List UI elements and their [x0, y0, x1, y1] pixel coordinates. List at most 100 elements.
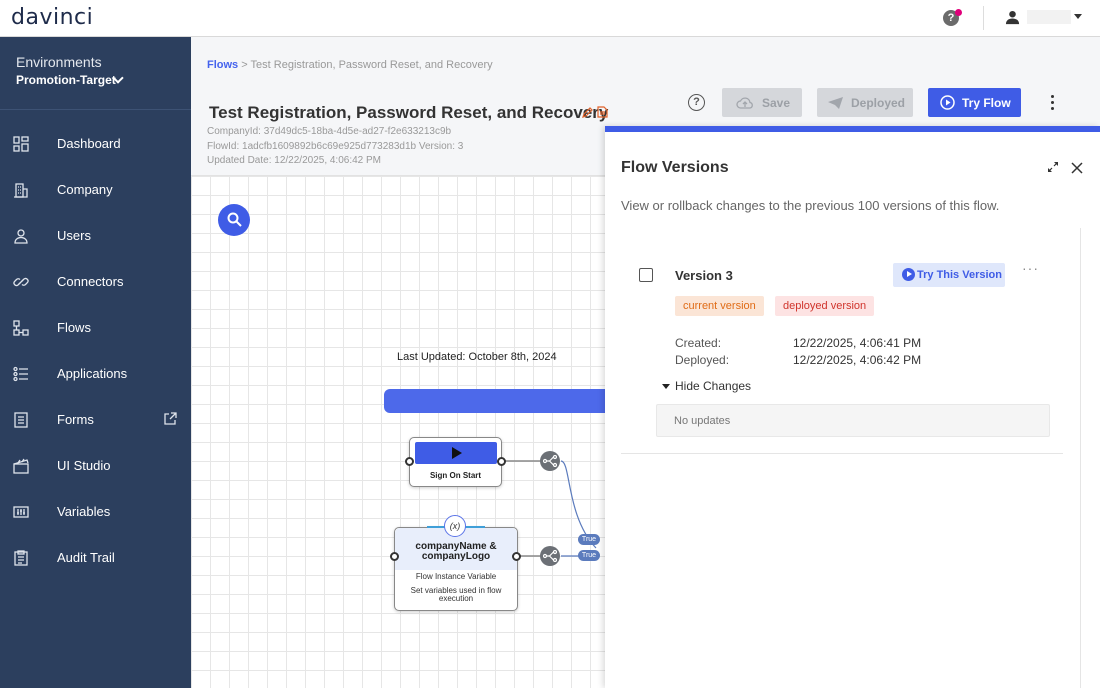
sidebar-item-audit-trail[interactable]: Audit Trail	[0, 539, 191, 577]
applications-icon	[13, 366, 28, 382]
node-type: Flow Instance Variable	[415, 572, 497, 581]
variable-node[interactable]: companyName & companyLogo Flow Instance …	[394, 527, 518, 611]
sidebar-item-forms[interactable]: Forms	[0, 401, 191, 439]
pencil-icon[interactable]	[582, 107, 593, 118]
sidebar-item-ui-studio[interactable]: UI Studio	[0, 447, 191, 485]
cloud-upload-icon	[736, 97, 753, 109]
flow-icon	[13, 320, 29, 336]
node-output-port[interactable]	[497, 457, 506, 466]
current-version-badge: current version	[675, 296, 764, 316]
true-label[interactable]: True	[578, 550, 600, 561]
try-this-version-button[interactable]: Try This Version	[893, 263, 1005, 287]
sidebar: Environments Promotion-Target Dashboard …	[0, 37, 191, 688]
changes-box: No updates	[656, 404, 1050, 437]
deployed-date-value: 12/22/2025, 4:06:42 PM	[793, 353, 922, 367]
true-label[interactable]: True	[578, 534, 600, 545]
function-connector-node[interactable]	[540, 451, 560, 471]
try-flow-label: Try Flow	[962, 96, 1011, 110]
node-output-port[interactable]	[512, 552, 521, 561]
created-label: Created:	[675, 336, 722, 350]
hide-changes-toggle[interactable]: Hide Changes	[675, 379, 751, 393]
deployed-date-label: Deployed:	[675, 353, 730, 367]
save-button[interactable]: Save	[722, 88, 802, 117]
sidebar-item-label: Company	[57, 182, 113, 197]
davinci-logo[interactable]: davinci	[11, 5, 93, 30]
document-icon[interactable]	[597, 106, 608, 118]
sidebar-item-flows[interactable]: Flows	[0, 309, 191, 347]
external-link-icon[interactable]	[163, 412, 177, 426]
sidebar-item-company[interactable]: Company	[0, 171, 191, 209]
user-icon	[14, 229, 28, 244]
deployed-version-badge: deployed version	[775, 296, 875, 316]
play-icon	[452, 447, 462, 459]
created-value: 12/22/2025, 4:06:41 PM	[793, 336, 922, 350]
building-icon	[14, 183, 28, 198]
try-version-label: Try This Version	[917, 269, 1002, 281]
sidebar-item-label: Dashboard	[57, 136, 121, 151]
environment-selector[interactable]: Promotion-Target	[16, 73, 116, 87]
panel-title: Flow Versions	[621, 159, 729, 176]
user-name[interactable]	[1027, 10, 1071, 24]
scrollbar-track[interactable]	[1080, 228, 1081, 688]
breadcrumb-separator: >	[241, 59, 248, 71]
sidebar-item-applications[interactable]: Applications	[0, 355, 191, 393]
sidebar-item-label: Flows	[57, 320, 91, 335]
version-checkbox[interactable]	[639, 268, 653, 282]
sidebar-item-users[interactable]: Users	[0, 217, 191, 255]
breadcrumb: Flows > Test Registration, Password Rese…	[207, 59, 493, 71]
sidebar-item-label: Applications	[57, 366, 128, 381]
sidebar-item-connectors[interactable]: Connectors	[0, 263, 191, 301]
branch-icon	[543, 550, 557, 562]
node-input-port[interactable]	[405, 457, 414, 466]
sidebar-item-variables[interactable]: Variables	[0, 493, 191, 531]
node-title: companyName & companyLogo	[415, 541, 497, 562]
sidebar-item-label: Forms	[57, 412, 94, 427]
sidebar-item-label: Users	[57, 228, 91, 243]
notification-dot	[955, 9, 962, 16]
save-label: Save	[762, 96, 791, 110]
page-title: Test Registration, Password Reset, and R…	[209, 103, 609, 122]
panel-description: View or rollback changes to the previous…	[621, 198, 1000, 213]
no-updates-text: No updates	[674, 415, 731, 427]
form-icon	[14, 412, 28, 428]
function-connector-node[interactable]	[540, 546, 560, 566]
sidebar-item-label: Connectors	[57, 274, 124, 289]
node-label: Sign On Start	[429, 471, 482, 480]
version-name: Version 3	[675, 268, 733, 283]
sidebar-item-label: Variables	[57, 504, 111, 519]
try-flow-button[interactable]: Try Flow	[928, 88, 1021, 117]
dashboard-icon	[13, 136, 29, 152]
send-icon	[828, 97, 843, 109]
node-description: Set variables used in flow execution	[410, 586, 502, 603]
person-icon[interactable]	[1005, 10, 1020, 25]
help-icon[interactable]: ?	[688, 94, 705, 111]
sidebar-item-label: UI Studio	[57, 458, 111, 473]
chevron-down-icon[interactable]	[1074, 14, 1082, 19]
deployed-button[interactable]: Deployed	[817, 88, 913, 117]
branch-icon	[543, 455, 557, 467]
flow-canvas[interactable]: Last Updated: October 8th, 2024 Sign On …	[191, 175, 614, 688]
sidebar-item-dashboard[interactable]: Dashboard	[0, 125, 191, 163]
top-bar: davinci ?	[0, 0, 1100, 37]
close-icon[interactable]	[1070, 161, 1084, 175]
more-vertical-icon[interactable]	[1051, 95, 1055, 111]
variables-icon	[13, 506, 29, 518]
sidebar-item-label: Audit Trail	[57, 550, 115, 565]
link-icon	[13, 277, 29, 287]
clipboard-icon	[14, 550, 28, 566]
divider	[621, 453, 1063, 454]
expand-icon[interactable]	[1048, 162, 1058, 172]
play-circle-icon	[902, 268, 915, 281]
more-horizontal-icon[interactable]: ···	[1022, 260, 1039, 276]
divider	[983, 6, 984, 30]
node-input-port[interactable]	[390, 552, 399, 561]
company-id: CompanyId: 37d49dc5-18ba-4d5e-ad27-f2e63…	[207, 126, 452, 137]
sign-on-start-node[interactable]: Sign On Start	[409, 437, 502, 487]
divider	[0, 109, 191, 110]
title-actions	[582, 106, 608, 121]
breadcrumb-link-flows[interactable]: Flows	[207, 59, 238, 71]
caret-down-icon[interactable]	[662, 384, 670, 389]
variable-icon: (x)	[444, 515, 466, 537]
play-area	[415, 442, 497, 464]
deployed-label: Deployed	[851, 96, 906, 110]
